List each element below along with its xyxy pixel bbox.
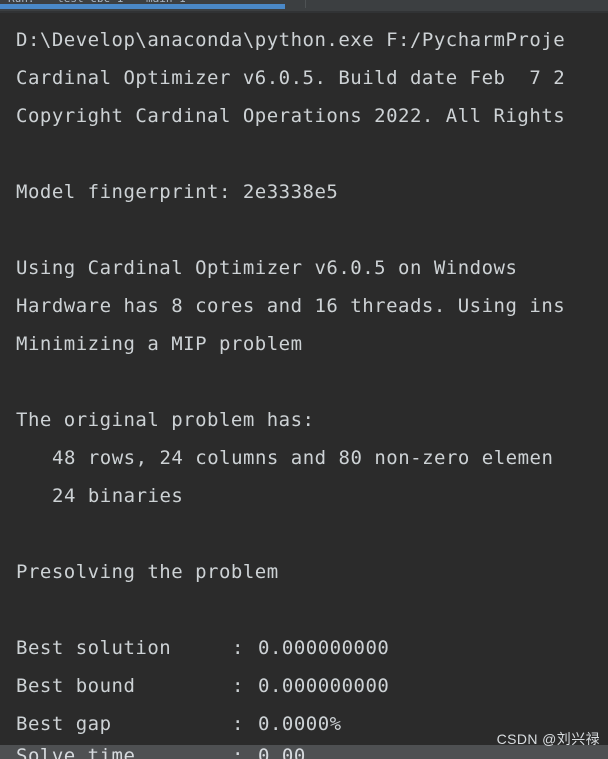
- selected-result-separator: :: [232, 745, 244, 759]
- selected-result-key: Solve time: [16, 745, 136, 759]
- console-output-area[interactable]: D:\Develop\anaconda\python.exe F:/Pychar…: [0, 13, 608, 759]
- console-line: 24 binaries: [52, 485, 184, 507]
- result-separator: :: [232, 637, 244, 659]
- result-row: Best solution:0.000000000: [16, 629, 389, 667]
- console-line: Using Cardinal Optimizer v6.0.5 on Windo…: [16, 257, 518, 279]
- console-line: Cardinal Optimizer v6.0.5. Build date Fe…: [16, 67, 566, 89]
- result-key: Best solution: [16, 637, 172, 659]
- console-line: Copyright Cardinal Operations 2022. All …: [16, 105, 566, 127]
- result-row: Best bound:0.000000000: [16, 667, 389, 705]
- console-line: Minimizing a MIP problem: [16, 333, 303, 355]
- result-value: 0.000000000: [258, 637, 390, 659]
- csdn-watermark: CSDN @刘兴禄: [496, 731, 600, 747]
- console-line: Presolving the problem: [16, 561, 279, 583]
- result-value: 0.000000000: [258, 675, 390, 697]
- console-line: 48 rows, 24 columns and 80 non-zero elem…: [52, 447, 554, 469]
- console-line: Hardware has 8 cores and 16 threads. Usi…: [16, 295, 566, 317]
- result-key: Best bound: [16, 675, 136, 697]
- result-separator: :: [232, 675, 244, 697]
- active-tab-underline: [0, 4, 285, 9]
- tab-divider: [305, 0, 306, 8]
- run-tool-window-tab-bar[interactable]: Run: test_cbc_1 main_1: [0, 0, 608, 11]
- console-line: The original problem has:: [16, 409, 315, 431]
- console-line: D:\Develop\anaconda\python.exe F:/Pychar…: [16, 29, 566, 51]
- selected-result-value: 0.00: [258, 745, 306, 759]
- pycharm-run-console-window: Run: test_cbc_1 main_1 D:\Develop\anacon…: [0, 0, 608, 759]
- console-line: Model fingerprint: 2e3338e5: [16, 181, 339, 203]
